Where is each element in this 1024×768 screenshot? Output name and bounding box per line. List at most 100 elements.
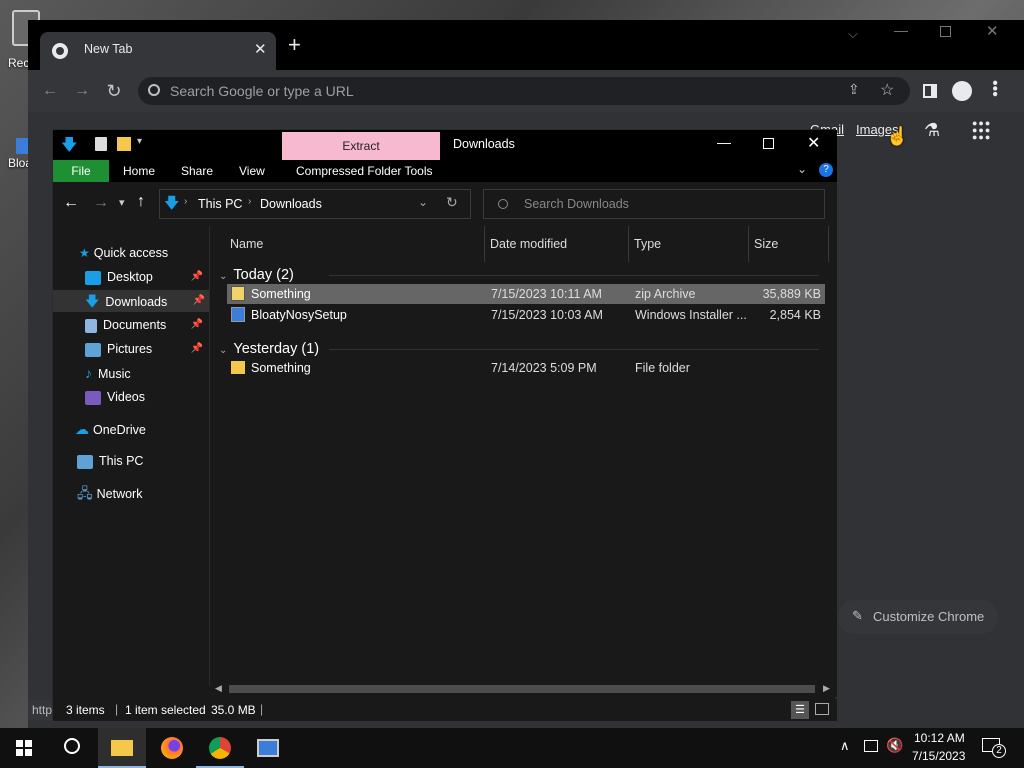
nav-item-desktop[interactable]: Desktop 📌: [85, 266, 207, 288]
extract-contextual-tab[interactable]: Extract: [282, 132, 440, 160]
nav-item-documents[interactable]: Documents 📌: [85, 314, 207, 336]
pin-icon: 📌: [190, 343, 203, 354]
nav-item-downloads[interactable]: 🡇 Downloads 📌: [53, 290, 209, 312]
taskbar-file-explorer[interactable]: [98, 728, 146, 768]
new-folder-icon[interactable]: [117, 137, 131, 151]
forward-icon[interactable]: →: [70, 81, 94, 101]
volume-muted-icon[interactable]: 🔇: [886, 737, 903, 754]
hand-cursor-icon: ☝: [886, 126, 909, 146]
file-date: 7/14/2023 5:09 PM: [491, 361, 597, 375]
collapse-icon: ⌄: [219, 271, 228, 282]
nav-item-pictures[interactable]: Pictures 📌: [85, 338, 207, 360]
back-icon[interactable]: ←: [38, 81, 62, 101]
file-row[interactable]: BloatyNosySetup 7/15/2023 10:03 AM Windo…: [227, 305, 825, 325]
nav-network[interactable]: 🖧 Network: [77, 482, 207, 504]
google-apps-icon[interactable]: ●●● ●●● ●●●: [972, 119, 991, 142]
ribbon-tab-share[interactable]: Share: [181, 164, 213, 178]
file-row[interactable]: Something 7/15/2023 10:11 AM zip Archive…: [227, 284, 825, 304]
omnibox[interactable]: Search Google or type a URL ⇪ ☆: [138, 77, 910, 105]
profile-avatar-icon[interactable]: [952, 81, 972, 101]
up-icon[interactable]: ↑: [137, 193, 145, 211]
folder-icon: [231, 361, 245, 374]
customize-chrome-button[interactable]: ✎ Customize Chrome: [838, 600, 998, 634]
expand-ribbon-icon[interactable]: ⌄: [797, 162, 807, 176]
nav-item-videos[interactable]: Videos: [85, 386, 207, 408]
horizontal-scrollbar[interactable]: ◀ ▶: [211, 681, 837, 697]
column-header-date[interactable]: Date modified: [485, 226, 629, 262]
column-label: Name: [230, 237, 264, 251]
file-row[interactable]: Something 7/14/2023 5:09 PM File folder: [227, 358, 825, 378]
search-box[interactable]: Search Downloads: [483, 189, 825, 219]
scroll-thumb[interactable]: [229, 685, 815, 693]
labs-flask-icon[interactable]: ⚗: [924, 120, 940, 141]
chrome-logo-icon: [52, 43, 68, 59]
address-bar[interactable]: 🡇 › This PC › Downloads ⌄ ↻: [159, 189, 471, 219]
ribbon-tab-file[interactable]: File: [53, 160, 109, 182]
taskbar-chrome[interactable]: [196, 728, 244, 768]
breadcrumb-this-pc[interactable]: This PC: [198, 197, 242, 211]
refresh-icon[interactable]: ↻: [446, 194, 458, 211]
nav-item-music[interactable]: ♪ Music: [85, 362, 207, 384]
maximize-icon[interactable]: [763, 138, 774, 149]
column-header-size[interactable]: Size: [749, 226, 829, 262]
group-header-today[interactable]: ⌄ Today (2): [219, 264, 818, 286]
maximize-icon[interactable]: [940, 26, 951, 37]
download-arrow-icon: 🡇: [61, 137, 78, 154]
omnibox-placeholder: Search Google or type a URL: [170, 83, 354, 99]
file-tab-label: File: [71, 164, 91, 178]
nav-onedrive[interactable]: ☁ OneDrive: [75, 418, 207, 440]
file-name: BloatyNosySetup: [251, 308, 347, 322]
address-dropdown-icon[interactable]: ⌄: [418, 195, 428, 209]
group-header-yesterday[interactable]: ⌄ Yesterday (1): [219, 338, 820, 360]
nav-label: Desktop: [107, 270, 153, 284]
network-status-icon[interactable]: [864, 740, 878, 752]
search-button[interactable]: [48, 728, 96, 768]
taskbar-installer-app[interactable]: [244, 728, 292, 768]
tab-search-icon[interactable]: ⌵: [848, 26, 858, 42]
notification-center-button[interactable]: 2: [982, 738, 1006, 758]
start-button[interactable]: [0, 728, 48, 768]
details-view-icon[interactable]: ☰: [791, 701, 809, 719]
minimize-icon[interactable]: —: [717, 134, 731, 150]
nav-quick-access[interactable]: ★ Quick access: [79, 242, 207, 264]
new-tab-button[interactable]: +: [288, 32, 301, 58]
properties-icon[interactable]: [95, 137, 107, 151]
reload-icon[interactable]: ↻: [102, 81, 126, 101]
chrome-tab-new-tab[interactable]: New Tab ✕: [40, 32, 276, 70]
desktop-icon: [85, 270, 101, 285]
chrome-menu-icon[interactable]: •••: [986, 80, 1003, 97]
close-window-icon[interactable]: ✕: [986, 22, 999, 40]
cloud-icon: ☁: [75, 421, 89, 437]
firefox-icon: [161, 737, 183, 759]
clock-date[interactable]: 7/15/2023: [912, 749, 965, 763]
bookmark-star-icon[interactable]: ☆: [880, 80, 894, 100]
quick-access-dropdown-icon[interactable]: ▾: [137, 136, 142, 147]
column-header-type[interactable]: Type: [629, 226, 749, 262]
ribbon-tab-home[interactable]: Home: [123, 164, 155, 178]
large-icons-view-icon[interactable]: [815, 703, 829, 715]
nav-this-pc[interactable]: This PC: [77, 450, 207, 472]
help-icon[interactable]: ?: [819, 163, 833, 177]
breadcrumb-downloads[interactable]: Downloads: [260, 197, 322, 211]
show-hidden-icons[interactable]: ∧: [840, 738, 850, 754]
side-panel-icon[interactable]: [923, 84, 937, 98]
ribbon-tab-view[interactable]: View: [239, 164, 265, 178]
scroll-right-icon[interactable]: ▶: [823, 683, 830, 694]
column-header-name[interactable]: Name: [225, 226, 485, 262]
minimize-icon[interactable]: —: [894, 22, 908, 38]
ribbon-tab-compressed-folder-tools[interactable]: Compressed Folder Tools: [296, 164, 433, 178]
group-label: Today (2): [233, 267, 294, 283]
scroll-left-icon[interactable]: ◀: [215, 683, 222, 694]
pictures-icon: [85, 342, 101, 357]
recent-locations-icon[interactable]: ▾: [119, 196, 125, 209]
pin-icon: 📌: [190, 271, 203, 282]
close-window-icon[interactable]: ✕: [807, 133, 820, 153]
forward-icon[interactable]: →: [93, 194, 109, 212]
back-icon[interactable]: ←: [63, 194, 79, 212]
nav-label: Documents: [103, 318, 167, 332]
windows-logo-icon: [16, 740, 32, 756]
taskbar-firefox[interactable]: [148, 728, 196, 768]
clock-time[interactable]: 10:12 AM: [914, 731, 965, 745]
share-icon[interactable]: ⇪: [848, 81, 860, 98]
close-tab-icon[interactable]: ✕: [254, 40, 267, 58]
